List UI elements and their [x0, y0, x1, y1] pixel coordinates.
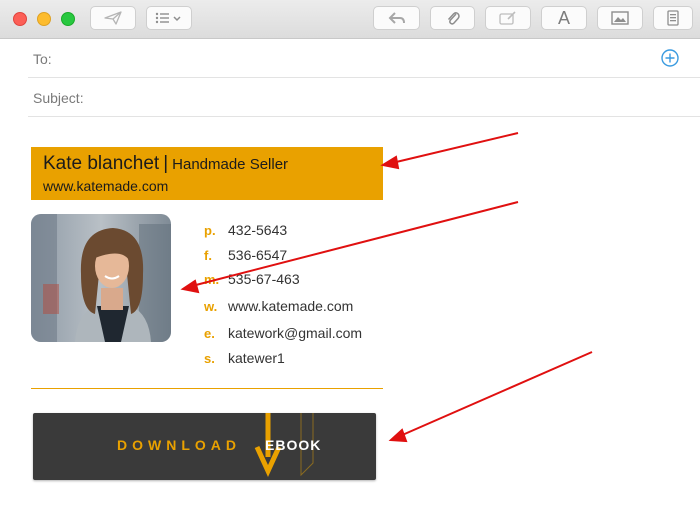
zoom-window-button[interactable]: [61, 12, 75, 26]
format-icon: [667, 10, 679, 26]
download-label: DOWNLOAD: [117, 437, 241, 453]
subject-label: Subject:: [33, 90, 84, 106]
photo-browser-icon: [611, 11, 629, 25]
markup-icon: [499, 11, 516, 25]
contact-skype: s. katewer1: [204, 350, 285, 366]
font-icon: A: [557, 7, 570, 28]
contact-key: f.: [204, 248, 212, 263]
list-options-icon: [155, 12, 181, 24]
mail-toolbar: A: [0, 0, 700, 39]
download-ebook-button[interactable]: DOWNLOAD EBOOK: [33, 413, 376, 480]
profile-photo: [31, 214, 171, 342]
signature-divider: [31, 388, 383, 389]
arrow-to-banner: [380, 132, 519, 170]
reply-button[interactable]: [373, 6, 420, 30]
close-window-button[interactable]: [13, 12, 27, 26]
contact-value[interactable]: 536-6547: [228, 247, 287, 263]
to-field[interactable]: To:: [28, 39, 700, 78]
markup-button[interactable]: [485, 6, 531, 30]
name-separator: |: [163, 153, 169, 174]
contact-mobile: m. 535-67-463: [204, 271, 300, 287]
contact-value[interactable]: www.katemade.com: [228, 298, 353, 314]
signature-website[interactable]: www.katemade.com: [43, 178, 168, 194]
format-panel-button[interactable]: [653, 6, 693, 30]
attach-button[interactable]: [430, 6, 475, 30]
reply-icon: [388, 12, 405, 24]
contact-email: e. katework@gmail.com: [204, 325, 362, 341]
arrow-to-ebook: [388, 351, 593, 443]
format-font-button[interactable]: A: [541, 6, 587, 30]
signature-name: Kate blanchet: [43, 153, 160, 174]
contact-website: w. www.katemade.com: [204, 298, 353, 314]
subject-field[interactable]: Subject:: [28, 78, 700, 117]
contact-value[interactable]: 535-67-463: [228, 271, 300, 287]
contact-key: e.: [204, 326, 215, 341]
signature-role: Handmade Seller: [172, 156, 289, 173]
photo-browser-button[interactable]: [597, 6, 643, 30]
contact-value[interactable]: katework@gmail.com: [228, 325, 362, 341]
add-contact-icon[interactable]: [660, 48, 680, 68]
contact-fax: f. 536-6547: [204, 247, 287, 263]
to-label: To:: [33, 51, 52, 67]
contact-value[interactable]: 432-5643: [228, 222, 287, 238]
signature-banner: Kate blanchet | Handmade Seller www.katema…: [31, 147, 383, 200]
signature-name-line: Kate blanchet | Handmade Seller: [43, 153, 288, 175]
attachment-icon: [447, 12, 460, 25]
send-button[interactable]: [90, 6, 136, 30]
header-fields-menu[interactable]: [146, 6, 192, 30]
contact-phone: p. 432-5643: [204, 222, 287, 238]
contact-key: w.: [204, 299, 218, 314]
send-icon: [104, 11, 122, 25]
contact-key: p.: [204, 223, 216, 238]
contact-key: m.: [204, 272, 220, 287]
contact-key: s.: [204, 351, 215, 366]
contact-value[interactable]: katewer1: [228, 350, 285, 366]
minimize-window-button[interactable]: [37, 12, 51, 26]
ebook-label: EBOOK: [265, 437, 322, 453]
